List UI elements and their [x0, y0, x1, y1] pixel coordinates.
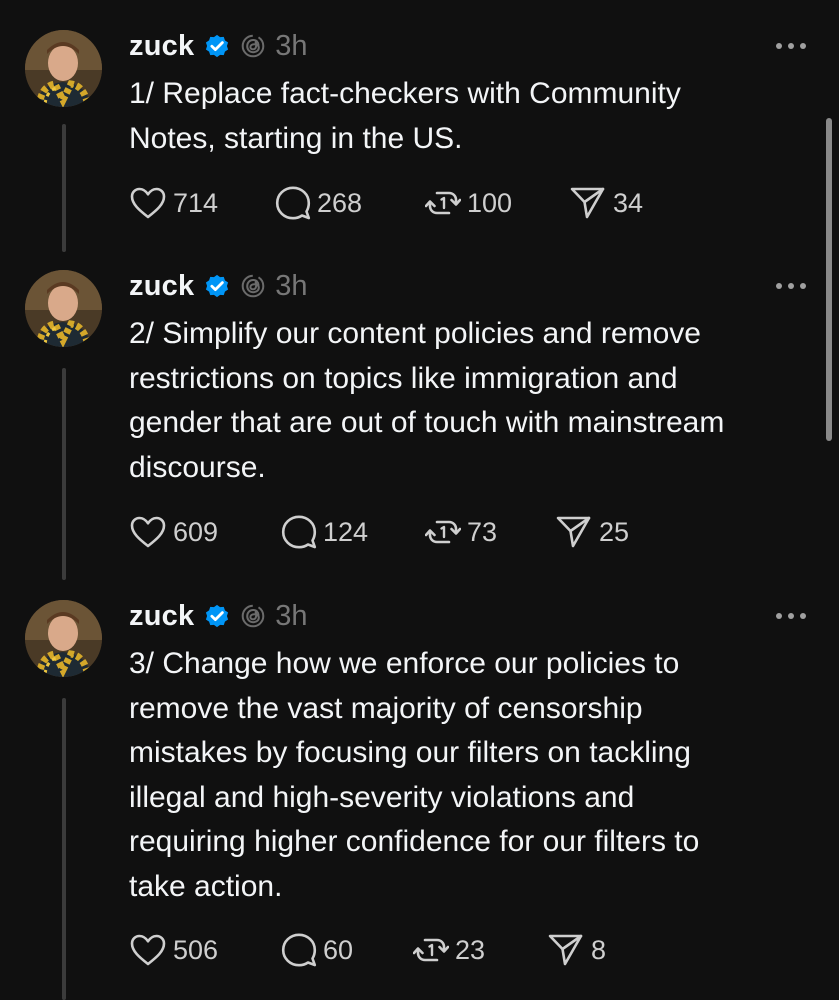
send-icon [570, 187, 605, 219]
reply-count: 60 [323, 934, 354, 965]
username[interactable]: zuck [129, 30, 194, 63]
heart-icon [130, 187, 166, 219]
post-actions: 714 268 100 34 [129, 183, 809, 223]
heart-icon [130, 934, 166, 966]
heart-icon [130, 516, 166, 548]
share-count: 8 [591, 934, 607, 965]
username[interactable]: zuck [129, 600, 194, 633]
post-text: 2/ Simplify our content policies and rem… [129, 317, 725, 484]
comment-icon [275, 186, 311, 220]
share-button[interactable]: 34 [569, 183, 643, 223]
post-actions: 609 124 73 25 [129, 512, 809, 552]
post-timestamp: 3h [275, 29, 308, 62]
thread-connector-line [62, 124, 66, 252]
share-count: 25 [599, 516, 630, 547]
post-timestamp: 3h [275, 269, 308, 302]
avatar-image [25, 270, 102, 347]
like-button[interactable]: 609 [129, 512, 218, 552]
repost-button[interactable]: 100 [425, 183, 512, 223]
send-icon [548, 934, 583, 966]
share-button[interactable]: 25 [555, 512, 629, 552]
scrollbar[interactable] [826, 118, 832, 441]
threads-logo-icon [241, 34, 265, 58]
post-header: zuck 3h [129, 598, 308, 634]
post-header: zuck 3h [129, 268, 308, 304]
repost-button[interactable]: 23 [413, 930, 485, 970]
repost-icon [425, 520, 461, 544]
avatar[interactable] [25, 600, 102, 677]
like-count: 506 [173, 934, 219, 965]
post-text: 3/ Change how we enforce our policies to… [129, 647, 700, 903]
reply-count: 268 [317, 187, 363, 218]
post-actions: 506 60 23 8 [129, 930, 809, 970]
more-options-icon[interactable] [774, 608, 808, 624]
repost-icon [413, 938, 449, 962]
avatar[interactable] [25, 270, 102, 347]
reply-button[interactable]: 268 [275, 183, 362, 223]
post-header: zuck 3h [129, 28, 308, 64]
thread-connector-line [62, 698, 66, 1000]
send-icon [556, 516, 591, 548]
thread-connector-line [62, 368, 66, 580]
repost-count: 73 [467, 516, 498, 547]
username[interactable]: zuck [129, 270, 194, 303]
share-button[interactable]: 8 [547, 930, 606, 970]
more-options-icon[interactable] [774, 38, 808, 54]
like-button[interactable]: 714 [129, 183, 218, 223]
like-count: 609 [173, 516, 219, 547]
repost-count: 100 [467, 187, 513, 218]
post-2[interactable]: zuck 3h 2/ Simplify our content policies… [0, 240, 839, 580]
more-options-icon[interactable] [774, 278, 808, 294]
post-1[interactable]: zuck 3h 1/ Replace fact-checkers with Co… [0, 0, 839, 252]
avatar[interactable] [25, 30, 102, 107]
comment-icon [281, 933, 317, 967]
threads-logo-icon [241, 274, 265, 298]
repost-icon [425, 191, 461, 215]
repost-count: 23 [455, 934, 486, 965]
like-count: 714 [173, 187, 219, 218]
verified-badge-icon [203, 602, 231, 630]
reply-button[interactable]: 60 [281, 930, 353, 970]
post-timestamp: 3h [275, 599, 308, 632]
verified-badge-icon [203, 32, 231, 60]
reply-button[interactable]: 124 [281, 512, 368, 552]
post-3[interactable]: zuck 3h 3/ Change how we enforce our pol… [0, 570, 839, 1000]
post-text: 1/ Replace fact-checkers with Community … [129, 77, 681, 155]
repost-button[interactable]: 73 [425, 512, 497, 552]
like-button[interactable]: 506 [129, 930, 218, 970]
threads-logo-icon [241, 604, 265, 628]
thread-feed: zuck 3h 1/ Replace fact-checkers with Co… [0, 0, 839, 1000]
reply-count: 124 [323, 516, 369, 547]
avatar-image [25, 600, 102, 677]
share-count: 34 [613, 187, 644, 218]
verified-badge-icon [203, 272, 231, 300]
comment-icon [281, 515, 317, 549]
avatar-image [25, 30, 102, 107]
